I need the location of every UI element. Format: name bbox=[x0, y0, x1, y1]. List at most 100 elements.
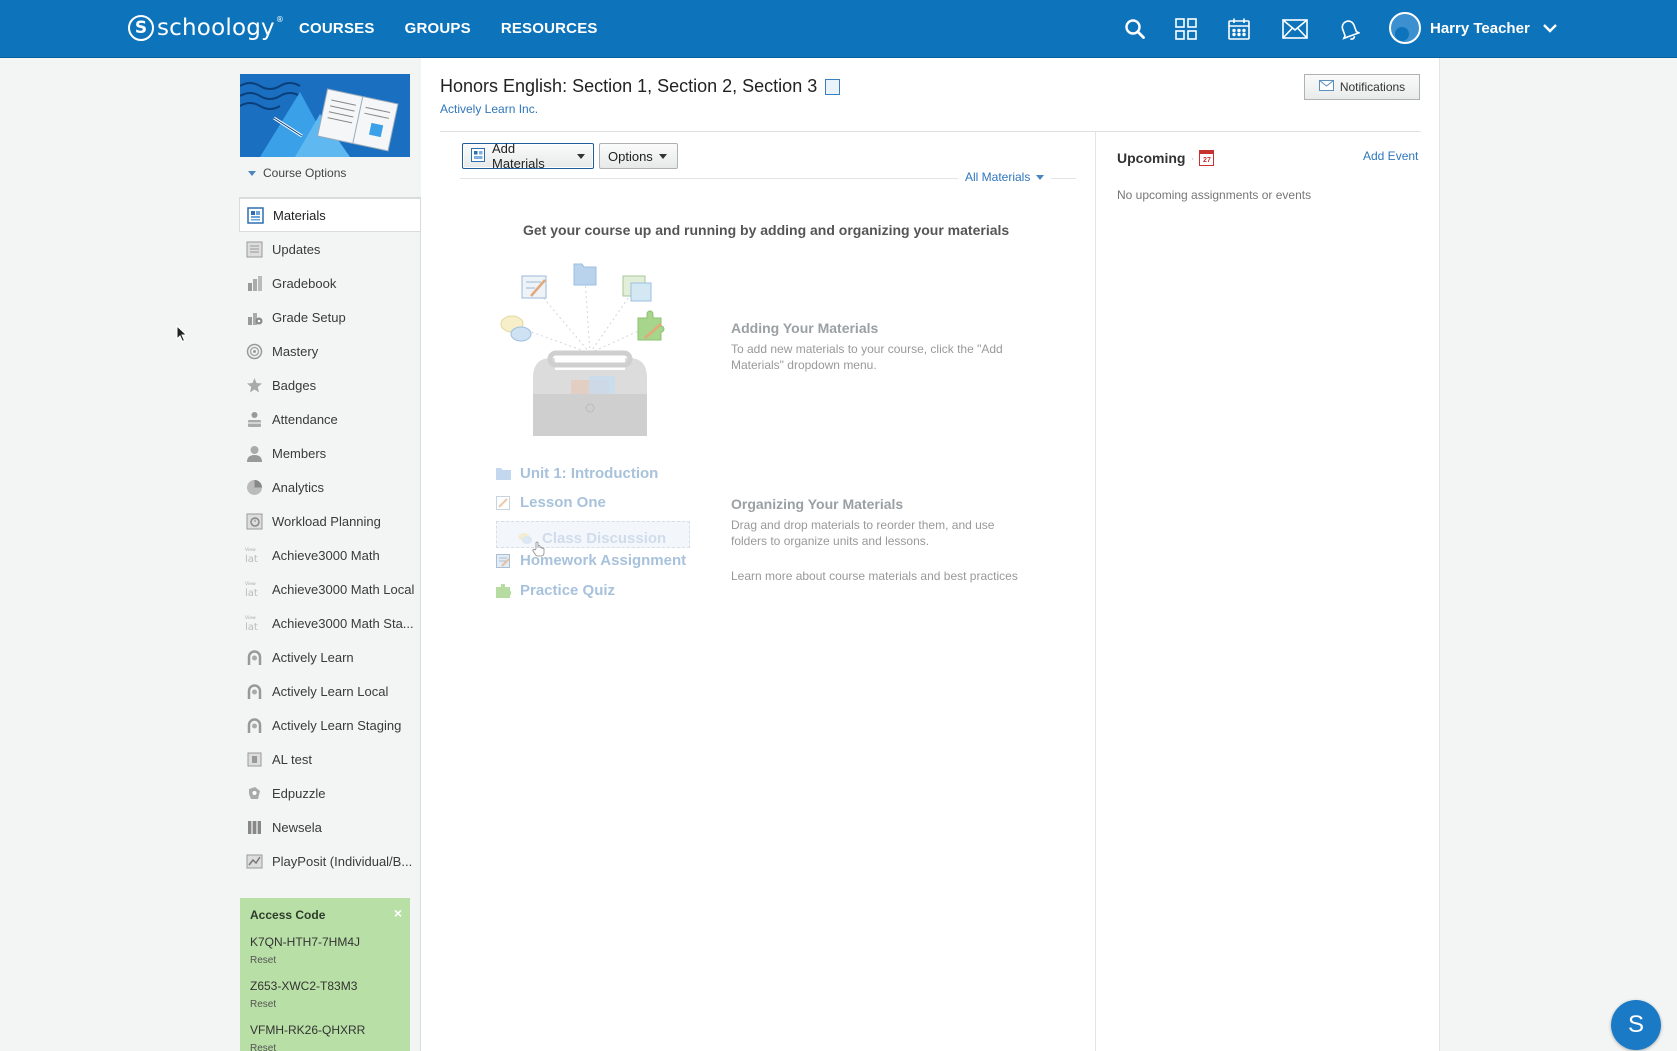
sidebar-item-actively-learn-staging[interactable]: Actively Learn Staging bbox=[239, 708, 421, 742]
sidebar-item-materials[interactable]: Materials bbox=[239, 198, 421, 232]
support-chat-button[interactable]: S bbox=[1611, 1000, 1661, 1050]
sidebar-item-achieve3000-math-staging[interactable]: View lat Achieve3000 Math Sta... bbox=[239, 606, 421, 640]
all-materials-label: All Materials bbox=[965, 170, 1031, 184]
course-picture[interactable] bbox=[240, 74, 410, 157]
user-name: Harry Teacher bbox=[1430, 19, 1530, 37]
sidebar-item-achieve3000-math-local[interactable]: View lat Achieve3000 Math Local bbox=[239, 572, 421, 606]
attendance-icon bbox=[245, 410, 263, 428]
adding-materials-text: To add new materials to your course, cli… bbox=[731, 342, 1003, 372]
sidebar-item-label: AL test bbox=[272, 751, 312, 767]
reset-link[interactable]: Reset bbox=[250, 1043, 400, 1051]
course-title: Honors English: Section 1, Section 2, Se… bbox=[440, 76, 818, 96]
sidebar-item-playposit[interactable]: PlayPosit (Individual/B... bbox=[239, 844, 421, 878]
demo-item-label: Class Discussion bbox=[542, 530, 667, 547]
sidebar-item-actively-learn-local[interactable]: Actively Learn Local bbox=[239, 674, 421, 708]
learn-more-link[interactable]: Learn more about course materials and be… bbox=[731, 569, 1018, 583]
caret-down-icon bbox=[658, 153, 667, 159]
sidebar-item-label: Actively Learn Local bbox=[272, 683, 389, 699]
sidebar-item-label: PlayPosit (Individual/B... bbox=[272, 853, 413, 869]
badge-icon bbox=[245, 376, 263, 394]
sidebar-item-members[interactable]: Members bbox=[239, 436, 421, 470]
course-options[interactable]: Course Options bbox=[248, 166, 346, 180]
analytics-icon bbox=[245, 478, 263, 496]
organizing-materials-heading: Organizing Your Materials bbox=[731, 496, 904, 512]
mail-icon bbox=[1318, 80, 1334, 94]
schoology-logo-mark: S bbox=[128, 15, 154, 41]
sidebar-item-newsela[interactable]: Newsela bbox=[239, 810, 421, 844]
demo-assignment-item: Homework Assignment bbox=[496, 552, 686, 569]
sidebar-item-grade-setup[interactable]: Grade Setup bbox=[239, 300, 421, 334]
add-event-link[interactable]: Add Event bbox=[1363, 149, 1418, 163]
options-button[interactable]: Options bbox=[599, 143, 678, 169]
calendar-icon[interactable] bbox=[1226, 16, 1252, 42]
notifications-label: Notifications bbox=[1339, 80, 1406, 94]
newsela-icon bbox=[245, 818, 263, 836]
main-right-border bbox=[1439, 58, 1440, 1051]
sidebar-item-workload-planning[interactable]: Workload Planning bbox=[239, 504, 421, 538]
all-materials-filter[interactable]: All Materials bbox=[958, 169, 1052, 185]
add-materials-label: Add Materials bbox=[492, 141, 545, 171]
search-icon[interactable] bbox=[1122, 16, 1148, 42]
sidebar-item-edpuzzle[interactable]: Edpuzzle bbox=[239, 776, 421, 810]
sidebar-item-label: Attendance bbox=[272, 411, 338, 427]
apps-grid-icon[interactable] bbox=[1173, 16, 1199, 42]
demo-item-label: Lesson One bbox=[520, 494, 606, 511]
svg-text:View: View bbox=[245, 547, 256, 553]
close-icon[interactable]: × bbox=[394, 905, 402, 921]
reset-link[interactable]: Reset bbox=[250, 955, 400, 966]
gradebook-icon bbox=[245, 274, 263, 292]
add-materials-button[interactable]: Add Materials bbox=[462, 141, 594, 171]
sidebar-item-updates[interactable]: Updates bbox=[239, 232, 421, 266]
adding-materials-heading: Adding Your Materials bbox=[731, 320, 879, 336]
nav-groups[interactable]: GROUPS bbox=[405, 20, 471, 37]
access-code-value: K7QN-HTH7-7HM4J bbox=[250, 935, 361, 949]
bell-icon[interactable] bbox=[1336, 16, 1362, 42]
nav-resources[interactable]: RESOURCES bbox=[501, 20, 598, 37]
sidebar-item-al-test[interactable]: AL test bbox=[239, 742, 421, 776]
schoology-logo[interactable]: S schoology® bbox=[128, 14, 284, 42]
school-link[interactable]: Actively Learn Inc. bbox=[440, 102, 538, 116]
sidebar-item-label: Achieve3000 Math Local bbox=[272, 581, 415, 597]
svg-text:lat: lat bbox=[245, 588, 258, 598]
actively-learn-icon bbox=[245, 716, 263, 734]
sidebar-item-label: Actively Learn Staging bbox=[272, 717, 402, 733]
top-nav: COURSES GROUPS RESOURCES bbox=[299, 20, 598, 37]
sidebar-item-actively-learn[interactable]: Actively Learn bbox=[239, 640, 421, 674]
page-title: Honors English: Section 1, Section 2, Se… bbox=[440, 76, 841, 97]
access-code-title: Access Code bbox=[250, 908, 326, 922]
sidebar-item-label: Badges bbox=[272, 377, 317, 393]
sidebar-item-analytics[interactable]: Analytics bbox=[239, 470, 421, 504]
page-icon bbox=[496, 495, 511, 510]
sidebar-item-label: Updates bbox=[272, 241, 321, 257]
caret-down-icon bbox=[577, 153, 585, 159]
access-code-value: Z653-XWC2-T83M3 bbox=[250, 979, 358, 993]
sidebar-item-label: Members bbox=[272, 445, 327, 461]
course-left-nav: Materials Updates Gradebook Grade Setup … bbox=[239, 197, 421, 878]
mail-icon[interactable] bbox=[1281, 16, 1309, 42]
sidebar-item-label: Workload Planning bbox=[272, 513, 381, 529]
sidebar-item-mastery[interactable]: Mastery bbox=[239, 334, 421, 368]
achieve-icon: View lat bbox=[245, 614, 263, 632]
reset-link[interactable]: Reset bbox=[250, 999, 400, 1010]
avatar bbox=[1389, 12, 1421, 44]
sidebar-item-gradebook[interactable]: Gradebook bbox=[239, 266, 421, 300]
nav-courses[interactable]: COURSES bbox=[299, 20, 375, 37]
svg-text:View: View bbox=[245, 615, 256, 621]
access-code-value: VFMH-RK26-QHXRR bbox=[250, 1023, 366, 1037]
upcoming-header: Upcoming · 27 bbox=[1117, 150, 1215, 166]
sidebar-item-attendance[interactable]: Attendance bbox=[239, 402, 421, 436]
demo-quiz-item: Practice Quiz bbox=[496, 582, 615, 599]
actively-learn-icon bbox=[245, 648, 263, 666]
notifications-button[interactable]: Notifications bbox=[1304, 74, 1420, 100]
demo-lesson-item: Lesson One bbox=[496, 494, 606, 511]
demo-item-label: Practice Quiz bbox=[520, 582, 616, 599]
user-menu[interactable]: Harry Teacher bbox=[1389, 12, 1558, 44]
sidebar-item-achieve3000-math[interactable]: View lat Achieve3000 Math bbox=[239, 538, 421, 572]
course-info-icon[interactable] bbox=[825, 78, 841, 95]
top-bar: S schoology® COURSES GROUPS RESOURCES Ha… bbox=[0, 0, 1677, 58]
sidebar-item-badges[interactable]: Badges bbox=[239, 368, 421, 402]
app-icon bbox=[245, 750, 263, 768]
calendar-icon[interactable]: 27 bbox=[1198, 150, 1215, 166]
sidebar-item-label: Newsela bbox=[272, 819, 322, 835]
svg-text:View: View bbox=[245, 581, 256, 587]
